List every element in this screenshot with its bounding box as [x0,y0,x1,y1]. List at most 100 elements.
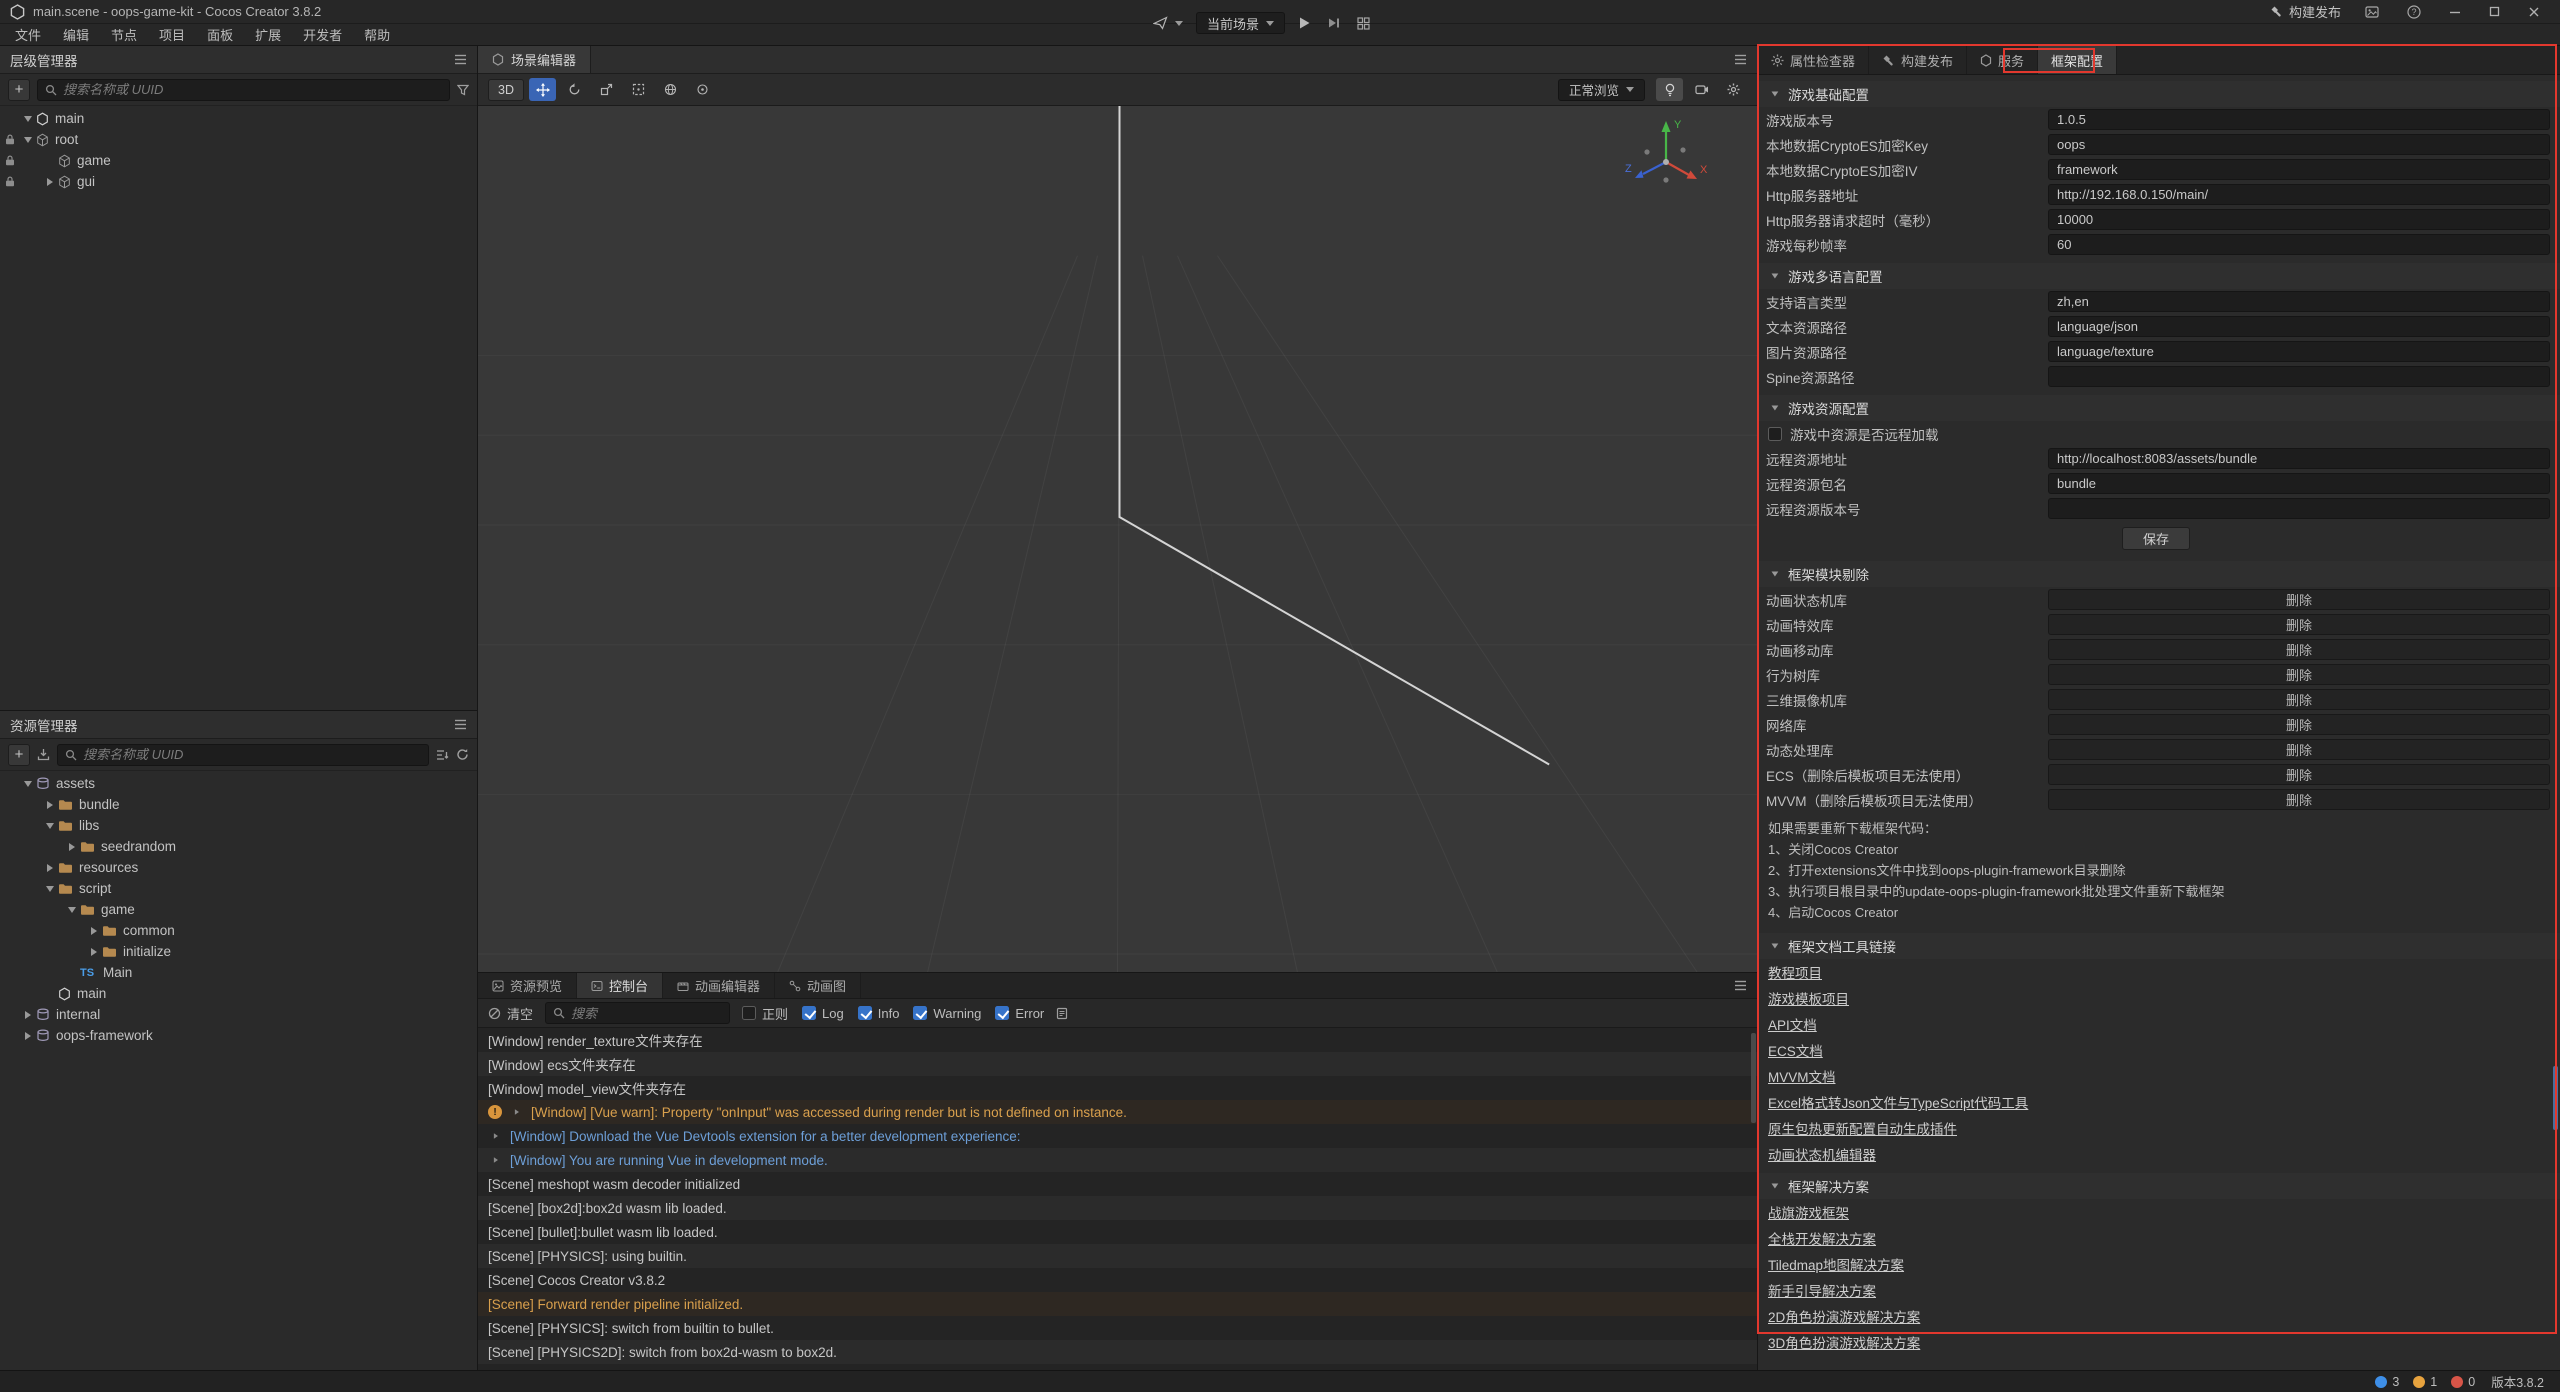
section-header-0[interactable]: 游戏基础配置 [1758,81,2560,107]
filter-error[interactable]: Error [995,1006,1044,1021]
console-log-row[interactable]: [Scene] [PHYSICS]: using builtin. [478,1244,1757,1268]
console-log-row[interactable]: [Scene] Cocos Creator v3.8.2 [478,1268,1757,1292]
field-input[interactable] [2057,501,2541,516]
help-button[interactable]: ? [2403,5,2425,19]
field-input[interactable] [2057,294,2541,309]
console-scrollbar[interactable] [1751,1033,1756,1123]
assets-node-main[interactable]: TSMain [0,962,477,983]
checkbox[interactable] [995,1006,1009,1020]
delete-button[interactable]: 删除 [2048,664,2550,685]
world-space-button[interactable] [657,78,684,101]
collapsed-arrow-icon[interactable] [42,864,57,872]
assets-node-bundle[interactable]: bundle [0,794,477,815]
filter-icon[interactable] [457,84,469,96]
import-asset-button[interactable] [37,748,50,761]
scene-select[interactable]: 当前场景 [1196,12,1285,34]
refresh-icon[interactable] [456,748,469,761]
expand-log-icon[interactable] [489,1157,502,1164]
field-input[interactable] [2057,476,2541,491]
console-tab-asset-preview[interactable]: 资源预览 [478,973,577,998]
menu-item[interactable]: 项目 [148,24,196,45]
assets-node-resources[interactable]: resources [0,857,477,878]
assets-node-common[interactable]: common [0,920,477,941]
layout-button[interactable] [1354,15,1373,32]
field-input[interactable] [2057,451,2541,466]
console-log-row[interactable]: [Window] ecs文件夹存在 [478,1052,1757,1076]
delete-button[interactable]: 删除 [2048,739,2550,760]
panel-menu-icon[interactable] [1734,973,1757,998]
step-button[interactable] [1324,14,1344,32]
scene-settings-button[interactable] [1720,78,1747,101]
console-log-row[interactable]: [Window] You are running Vue in developm… [478,1148,1757,1172]
assets-node-main[interactable]: main [0,983,477,1004]
sort-assets-icon[interactable] [436,749,449,761]
delete-button[interactable]: 删除 [2048,639,2550,660]
tab-service[interactable]: 服务 [1967,46,2038,74]
expanded-arrow-icon[interactable] [20,116,35,122]
maximize-button[interactable] [2485,6,2504,17]
assets-node-oops-framework[interactable]: oops-framework [0,1025,477,1046]
collapsed-arrow-icon[interactable] [86,948,101,956]
scene-viewport[interactable]: Y X Z [478,106,1757,972]
filter-info[interactable]: Info [858,1006,900,1021]
section-header-1[interactable]: 游戏多语言配置 [1758,263,2560,289]
expand-log-icon[interactable] [489,1133,502,1140]
checkbox[interactable] [802,1006,816,1020]
lighting-toggle-button[interactable] [1656,78,1683,101]
panel-menu-icon[interactable] [454,719,467,730]
section-header-4[interactable]: 框架文档工具链接 [1758,933,2560,959]
expanded-arrow-icon[interactable] [1768,943,1781,948]
status-count[interactable]: 1 [2413,1375,2437,1389]
console-log-row[interactable]: [Window] model_view文件夹存在 [478,1076,1757,1100]
delete-button[interactable]: 删除 [2048,714,2550,735]
preview-platform-button[interactable] [1150,14,1186,32]
doc-link[interactable]: 原生包热更新配置自动生成插件 [1768,1118,1957,1138]
doc-link[interactable]: 全栈开发解决方案 [1768,1228,1876,1248]
panel-menu-icon[interactable] [1734,54,1747,65]
delete-button[interactable]: 删除 [2048,589,2550,610]
field-input[interactable] [2057,112,2541,127]
play-button[interactable] [1295,14,1314,32]
console-search-input[interactable] [571,1006,722,1021]
console-log-row[interactable]: [Scene] [bullet]:bullet wasm lib loaded. [478,1220,1757,1244]
view-mode-select[interactable]: 正常浏览 [1558,79,1645,101]
hierarchy-node-game[interactable]: game [0,150,477,171]
expanded-arrow-icon[interactable] [20,137,35,143]
assets-node-internal[interactable]: internal [0,1004,477,1025]
expanded-arrow-icon[interactable] [1768,571,1781,576]
checkbox[interactable] [858,1006,872,1020]
console-log-row[interactable]: [Window] render_texture文件夹存在 [478,1028,1757,1052]
console-tab-anim-editor[interactable]: 动画编辑器 [663,973,775,998]
doc-link[interactable]: Excel格式转Json文件与TypeScript代码工具 [1768,1092,2028,1112]
rotate-tool-button[interactable] [561,78,588,101]
assets-node-seedrandom[interactable]: seedrandom [0,836,477,857]
console-log-row[interactable]: [Scene] [box2d]:box2d wasm lib loaded. [478,1196,1757,1220]
mode-3d-button[interactable]: 3D [488,79,524,101]
menu-item[interactable]: 帮助 [353,24,401,45]
doc-link[interactable]: 新手引导解决方案 [1768,1280,1876,1300]
menu-item[interactable]: 面板 [196,24,244,45]
move-tool-button[interactable] [529,78,556,101]
minimize-button[interactable] [2445,6,2465,18]
filter-regex[interactable]: 正则 [742,1004,788,1023]
status-count[interactable]: 3 [2375,1375,2399,1389]
scene-editor-tab[interactable]: 场景编辑器 [478,46,591,73]
expanded-arrow-icon[interactable] [42,886,57,892]
expanded-arrow-icon[interactable] [64,907,79,913]
close-button[interactable] [2524,6,2544,18]
delete-button[interactable]: 删除 [2048,789,2550,810]
status-count[interactable]: 0 [2451,1375,2475,1389]
console-log-row[interactable]: [Scene] [PHYSICS]: switch from builtin t… [478,1316,1757,1340]
assets-node-game[interactable]: game [0,899,477,920]
field-input[interactable] [2057,212,2541,227]
expanded-arrow-icon[interactable] [20,781,35,787]
doc-link[interactable]: 2D角色扮演游戏解决方案 [1768,1306,1920,1326]
delete-button[interactable]: 删除 [2048,764,2550,785]
collapsed-arrow-icon[interactable] [20,1032,35,1040]
doc-link[interactable]: 动画状态机编辑器 [1768,1144,1876,1164]
tab-framework-config[interactable]: 框架配置 [2038,46,2117,74]
assets-node-libs[interactable]: libs [0,815,477,836]
rect-tool-button[interactable] [625,78,652,101]
assets-node-script[interactable]: script [0,878,477,899]
inspector-scrollbar[interactable] [2553,1066,2558,1130]
